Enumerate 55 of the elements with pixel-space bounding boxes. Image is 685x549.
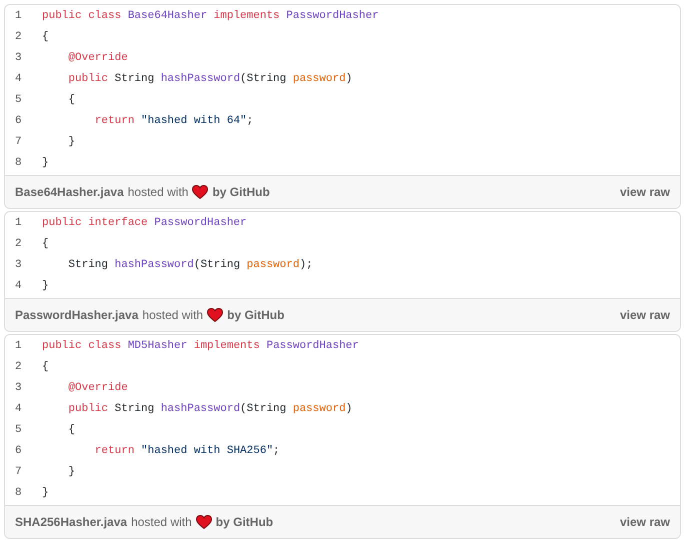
line-number: 7 [14, 135, 23, 150]
view-raw-link[interactable]: view raw [620, 513, 670, 531]
code-line: public String hashPassword(String password) [67, 72, 352, 88]
github-link[interactable]: by GitHub [216, 513, 274, 531]
view-raw-link[interactable]: view raw [620, 183, 670, 201]
github-link[interactable]: by GitHub [227, 306, 284, 324]
line-number: 6 [14, 114, 23, 130]
line-number: 4 [14, 279, 23, 294]
code-line: public class MD5Hasher implements PasswordHasher [42, 339, 359, 354]
file-link[interactable]: Base64Hasher.java [15, 183, 124, 201]
code-line: @Override [67, 381, 128, 396]
code-line: String hashPassword(String password); [67, 258, 313, 274]
file-link[interactable]: SHA256Hasher.java [15, 513, 128, 531]
line-number: 2 [14, 30, 23, 46]
heart-icon [207, 308, 224, 322]
line-number: 4 [14, 72, 23, 88]
heart-icon [192, 185, 208, 199]
code-line: public class Base64Hasher implements PasswordHasher [42, 9, 379, 24]
code-line: { [42, 360, 49, 376]
code-line: } [42, 486, 49, 502]
line-number: 3 [14, 258, 23, 274]
code-line: { [42, 30, 49, 46]
code-line: } [67, 135, 76, 150]
line-number: 2 [14, 360, 23, 376]
line-number: 7 [14, 465, 23, 480]
line-number: 3 [14, 51, 23, 66]
line-number: 8 [14, 156, 23, 172]
line-number: 4 [14, 402, 23, 418]
view-raw-link[interactable]: view raw [620, 306, 670, 324]
code-line: @Override [67, 51, 128, 66]
code-line: return "hashed with SHA256"; [94, 444, 280, 460]
code-line: public String hashPassword(String password) [67, 402, 352, 418]
line-number: 1 [14, 9, 23, 24]
footer-text: hosted with [131, 514, 192, 531]
line-number: 3 [14, 381, 23, 396]
footer-text: hosted with [142, 307, 204, 324]
line-number: 5 [14, 93, 23, 108]
code-line: return "hashed with 64"; [94, 114, 254, 130]
github-link[interactable]: by GitHub [212, 183, 270, 201]
heart-icon [196, 515, 212, 529]
line-number: 1 [14, 339, 23, 354]
line-number: 2 [14, 237, 23, 252]
line-number: 1 [14, 216, 23, 232]
file-link[interactable]: PasswordHasher.java [15, 306, 138, 324]
footer-text: hosted with [128, 184, 188, 201]
code-line: { [42, 237, 49, 252]
code-line: public interface PasswordHasher [42, 216, 247, 232]
code-line: { [67, 93, 76, 108]
line-number: 8 [14, 486, 23, 502]
line-number: 6 [14, 444, 23, 460]
code-line: } [42, 279, 49, 294]
code-line: } [42, 156, 49, 172]
code-line: { [67, 423, 76, 438]
code-line: } [67, 465, 76, 480]
line-number: 5 [14, 423, 23, 438]
